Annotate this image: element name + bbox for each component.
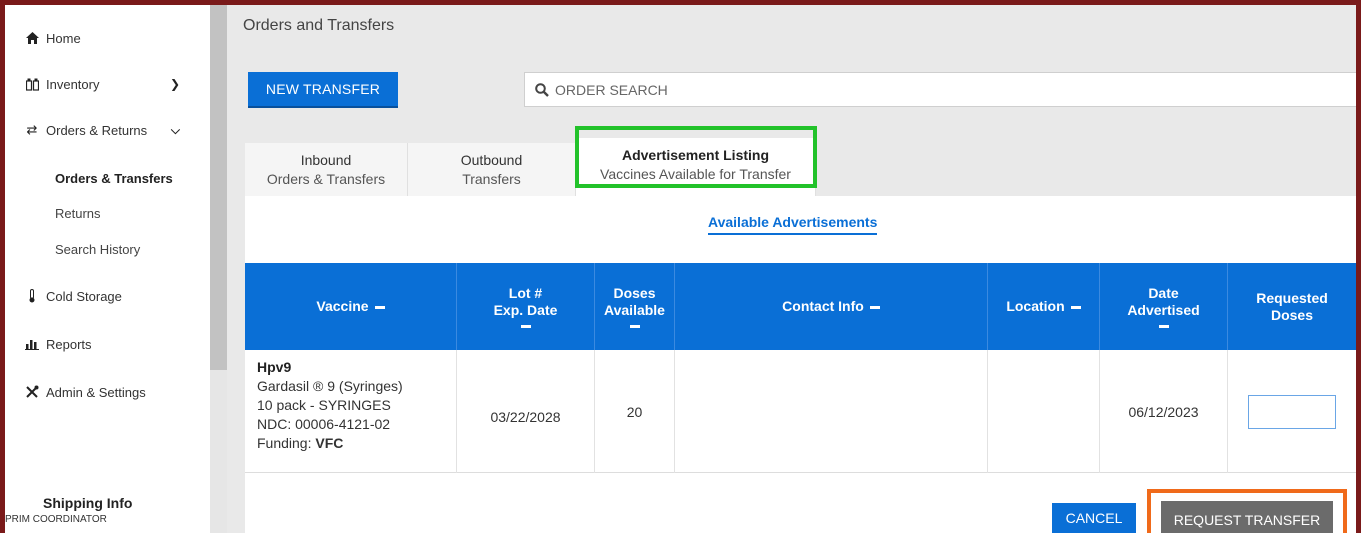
sidebar-subitem-returns[interactable]: Returns — [55, 206, 101, 221]
advertisement-panel: Available Advertisements Vaccine Lot # E… — [245, 196, 1356, 533]
tab-inbound[interactable]: Inbound Orders & Transfers — [245, 143, 408, 196]
funding-label: Funding: — [257, 435, 316, 451]
vaccine-name: Hpv9 — [257, 359, 292, 375]
tools-icon — [25, 385, 39, 399]
available-advertisements-link[interactable]: Available Advertisements — [708, 214, 878, 235]
requested-doses-input[interactable] — [1248, 394, 1336, 429]
chevron-right-icon: ❯ — [169, 77, 180, 91]
tab-advertisement-title: Advertisement Listing — [621, 147, 770, 163]
vaccine-ndc: NDC: 00006-4121-02 — [257, 416, 391, 432]
new-transfer-button[interactable]: NEW TRANSFER — [248, 72, 398, 108]
col-vaccine[interactable]: Vaccine — [245, 263, 457, 350]
page-title: Orders and Transfers — [243, 17, 395, 34]
sidebar-item-label: Inventory — [46, 76, 100, 92]
tab-inbound-title: Inbound — [300, 152, 352, 168]
col-advertised-label: Advertised — [1127, 302, 1200, 318]
home-icon — [25, 32, 39, 44]
cancel-button[interactable]: CANCEL — [1052, 503, 1136, 533]
col-exp-label: Exp. Date — [493, 302, 558, 318]
vaccine-funding: Funding: VFC — [257, 434, 456, 453]
col-lot-label: Lot # — [508, 285, 543, 301]
tab-outbound-title: Outbound — [460, 152, 523, 168]
collapse-icon[interactable] — [520, 325, 531, 328]
col-date-advertised[interactable]: Date Advertised — [1100, 263, 1228, 350]
tab-advertisement-subtitle: Vaccines Available for Transfer — [600, 166, 791, 182]
col-doses-label: Doses — [613, 285, 656, 301]
sidebar-subitem-orders-transfers[interactable]: Orders & Transfers — [55, 171, 173, 186]
sidebar-subitem-search-history[interactable]: Search History — [55, 242, 140, 257]
col-doses-available[interactable]: Doses Available — [595, 263, 675, 350]
sidebar: Home Inventory ❯ ⇄ Orders & Returns ⌵ Or… — [5, 5, 210, 533]
sidebar-item-label: Reports — [46, 336, 92, 352]
table-header: Vaccine Lot # Exp. Date Doses Available … — [245, 263, 1356, 350]
col-requested-label: Requested — [1256, 289, 1328, 306]
request-transfer-button[interactable]: REQUEST TRANSFER — [1161, 501, 1333, 533]
cell-doses-available: 20 — [595, 350, 675, 473]
search-icon — [535, 82, 549, 97]
tab-outbound[interactable]: Outbound Transfers — [408, 143, 576, 196]
cell-location — [988, 350, 1100, 473]
order-search-input[interactable] — [555, 81, 1335, 98]
sidebar-item-orders-returns[interactable]: ⇄ Orders & Returns ⌵ — [5, 110, 210, 150]
sidebar-item-cold-storage[interactable]: Cold Storage — [5, 276, 210, 316]
main-content: Orders and Transfers NEW TRANSFER Inboun… — [227, 5, 1356, 533]
table-row: Hpv9 Gardasil ® 9 (Syringes) 10 pack - S… — [245, 350, 1356, 473]
sidebar-item-label: Cold Storage — [46, 288, 122, 304]
request-transfer-highlight-box: REQUEST TRANSFER — [1147, 489, 1347, 533]
sidebar-item-label: Admin & Settings — [46, 384, 146, 400]
vaccine-product: Gardasil ® 9 (Syringes) — [257, 378, 403, 394]
cell-date-advertised: 06/12/2023 — [1100, 350, 1228, 473]
transfer-arrows-icon: ⇄ — [26, 122, 38, 137]
shipping-info-title[interactable]: Shipping Info — [43, 495, 132, 511]
col-location-label: Location — [1006, 298, 1065, 314]
col-requested-doses: Requested Doses — [1228, 263, 1356, 350]
collapse-icon[interactable] — [374, 305, 385, 309]
chevron-down-icon: ⌵ — [170, 122, 180, 137]
cell-contact-info — [675, 350, 988, 473]
collapse-icon[interactable] — [1158, 325, 1169, 328]
bar-chart-icon — [25, 338, 39, 350]
collapse-icon[interactable] — [1070, 305, 1081, 309]
cell-vaccine: Hpv9 Gardasil ® 9 (Syringes) 10 pack - S… — [245, 350, 457, 473]
tab-outbound-subtitle: Transfers — [462, 171, 521, 187]
cell-exp-date: 03/22/2028 — [457, 350, 595, 473]
collapse-icon[interactable] — [629, 325, 640, 328]
sidebar-item-reports[interactable]: Reports — [5, 324, 210, 364]
cell-requested-doses — [1228, 350, 1356, 473]
tab-inbound-subtitle: Orders & Transfers — [266, 171, 386, 187]
inventory-icon — [25, 78, 39, 91]
col-date-label: Date — [1148, 285, 1179, 301]
tab-advertisement-listing[interactable]: Advertisement Listing Vaccines Available… — [576, 138, 816, 196]
collapse-icon[interactable] — [869, 305, 880, 309]
sidebar-item-admin-settings[interactable]: Admin & Settings — [5, 372, 210, 412]
shipping-info-role: PRIM COORDINATOR — [5, 514, 107, 525]
funding-value: VFC — [315, 435, 344, 451]
col-location[interactable]: Location — [988, 263, 1100, 350]
col-requested-doses-label: Doses — [1270, 306, 1314, 323]
app-frame: Home Inventory ❯ ⇄ Orders & Returns ⌵ Or… — [5, 5, 1356, 533]
col-contact-label: Contact Info — [782, 298, 864, 314]
sidebar-item-label: Home — [46, 30, 81, 46]
col-vaccine-label: Vaccine — [316, 298, 369, 314]
thermometer-icon — [25, 289, 39, 303]
sidebar-item-inventory[interactable]: Inventory ❯ — [5, 64, 210, 104]
vaccine-pack: 10 pack - SYRINGES — [257, 397, 391, 413]
sidebar-item-home[interactable]: Home — [5, 18, 210, 58]
col-available-label: Available — [604, 302, 665, 318]
col-contact-info[interactable]: Contact Info — [675, 263, 988, 350]
sidebar-scrollbar-thumb[interactable] — [210, 5, 227, 370]
col-lot-exp[interactable]: Lot # Exp. Date — [457, 263, 595, 350]
order-search-box[interactable] — [524, 72, 1356, 107]
sidebar-item-label: Orders & Returns — [46, 122, 148, 138]
